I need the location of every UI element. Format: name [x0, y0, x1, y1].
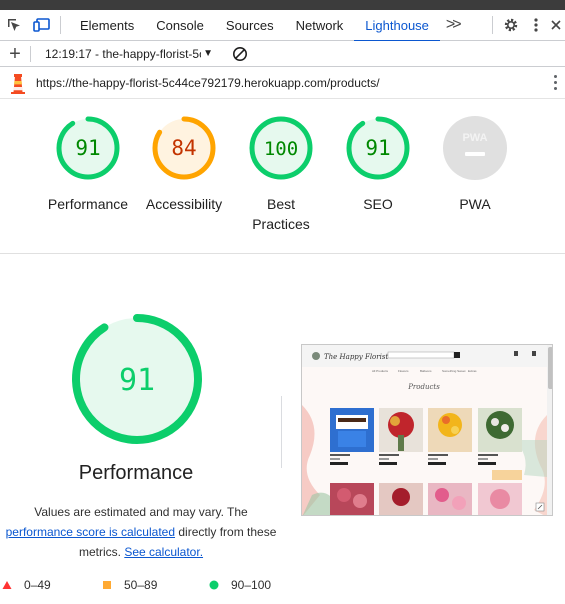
- page-screenshot-thumbnail[interactable]: The Happy Florist All Products Flowers B…: [301, 344, 553, 516]
- more-options-icon[interactable]: [525, 10, 547, 41]
- explanation-text-3: metrics.: [78, 545, 121, 559]
- pwa-badge-icon: PWA: [443, 116, 507, 180]
- gauge-label: SEO: [363, 196, 393, 212]
- more-tabs-icon[interactable]: >>: [440, 16, 465, 34]
- thumbnail-nav-1: Flowers: [398, 369, 409, 373]
- gauge-score: 84: [171, 136, 196, 160]
- legend-average-range: 50–89: [124, 578, 158, 592]
- legend-pass: 90–100: [209, 578, 271, 592]
- pwa-dash: [465, 152, 485, 156]
- explanation-text-2: directly from these: [178, 525, 277, 539]
- legend-fail-range: 0–49: [24, 578, 51, 592]
- thumbnail-nav-2: Balloons: [420, 369, 432, 373]
- toolbar-separator: [492, 16, 493, 34]
- close-devtools-icon[interactable]: [547, 10, 565, 41]
- gauge-score: 100: [264, 138, 298, 160]
- score-gauge-best-practices[interactable]: 100 Best Practices: [233, 114, 329, 234]
- devtools-right-controls: [488, 10, 565, 41]
- report-url[interactable]: https://the-happy-florist-5c44ce792179.h…: [36, 76, 380, 90]
- settings-gear-icon[interactable]: [497, 10, 525, 41]
- legend-average: 50–89: [102, 578, 157, 592]
- device-toolbar-icon[interactable]: [28, 10, 56, 41]
- main-gauge-score: 91: [119, 363, 155, 398]
- see-calculator-link[interactable]: See calculator.: [124, 545, 203, 559]
- score-gauge-accessibility[interactable]: 84 Accessibility: [136, 114, 232, 214]
- explanation-text-1: Values are estimated and may vary. The: [34, 505, 248, 519]
- tab-elements[interactable]: Elements: [69, 10, 145, 41]
- tab-console[interactable]: Console: [145, 10, 215, 41]
- thumbnail-brand: The Happy Florist: [324, 353, 388, 361]
- score-calculated-link[interactable]: performance score is calculated: [6, 525, 175, 539]
- thumbnail-heading: Products: [407, 383, 440, 391]
- performance-main-gauge: 91: [72, 314, 202, 444]
- score-gauge-pwa[interactable]: PWA PWA: [427, 114, 523, 214]
- caret-down-icon: ▼: [203, 48, 213, 59]
- section-divider: [0, 253, 565, 254]
- gauge-label-line1: Best: [266, 196, 295, 212]
- score-legend: 0–49 50–89 90–100: [0, 578, 565, 596]
- gauge-score: 91: [75, 136, 100, 160]
- legend-fail: 0–49: [2, 578, 51, 592]
- window-top-strip: [0, 0, 565, 10]
- gauge-label: Performance: [47, 196, 129, 212]
- tab-lighthouse[interactable]: Lighthouse: [354, 10, 440, 42]
- gauge-ring: 100: [249, 116, 313, 180]
- new-report-plus-icon[interactable]: +: [0, 42, 30, 66]
- fail-triangle-icon: [2, 581, 12, 589]
- score-explanation: Values are estimated and may vary. The p…: [0, 502, 282, 562]
- average-square-icon: [103, 581, 111, 589]
- report-selector[interactable]: 12:19:17 - the-happy-florist-5c ▼: [31, 47, 221, 61]
- legend-pass-range: 90–100: [231, 578, 272, 592]
- score-gauge-seo[interactable]: 91 SEO: [330, 114, 426, 214]
- gauge-label: Best Practices: [233, 194, 329, 234]
- score-gauge-performance[interactable]: 91 Performance: [40, 114, 136, 214]
- thumbnail-nav-0: All Products: [372, 369, 389, 373]
- report-selector-label: 12:19:17 - the-happy-florist-5c: [45, 46, 202, 61]
- thumbnail-nav-3: Something Sweet: [442, 369, 466, 373]
- report-url-bar: https://the-happy-florist-5c44ce792179.h…: [0, 67, 565, 99]
- tab-sources[interactable]: Sources: [215, 10, 285, 41]
- gauge-ring: 84: [152, 116, 216, 180]
- thumbnail-nav-4: Extras: [468, 369, 477, 373]
- pass-circle-icon: [209, 580, 219, 590]
- report-menu-icon[interactable]: [545, 75, 565, 90]
- gauge-score: 91: [365, 136, 390, 160]
- gauge-label: PWA: [459, 196, 491, 212]
- clear-all-icon[interactable]: [227, 46, 253, 62]
- lighthouse-logo-icon: [0, 72, 36, 94]
- category-scores: 91 Performance 84 Accessibility 100 Best…: [40, 114, 550, 244]
- inspect-element-icon[interactable]: [0, 10, 28, 41]
- toolbar-separator: [60, 16, 61, 34]
- lighthouse-toolbar: + 12:19:17 - the-happy-florist-5c ▼: [0, 41, 565, 67]
- gauge-label: Accessibility: [145, 196, 223, 212]
- gauge-ring: 91: [346, 116, 410, 180]
- pwa-badge-text: PWA: [462, 132, 487, 144]
- main-category-title: Performance: [78, 462, 194, 484]
- gauge-ring: 91: [56, 116, 120, 180]
- devtools-tab-bar: Elements Console Sources Network Lightho…: [0, 10, 565, 42]
- gauge-label-line2: Practices: [252, 216, 310, 232]
- vertical-divider: [281, 396, 282, 468]
- thumbnail-image: The Happy Florist All Products Flowers B…: [302, 345, 552, 515]
- tab-network[interactable]: Network: [285, 10, 355, 41]
